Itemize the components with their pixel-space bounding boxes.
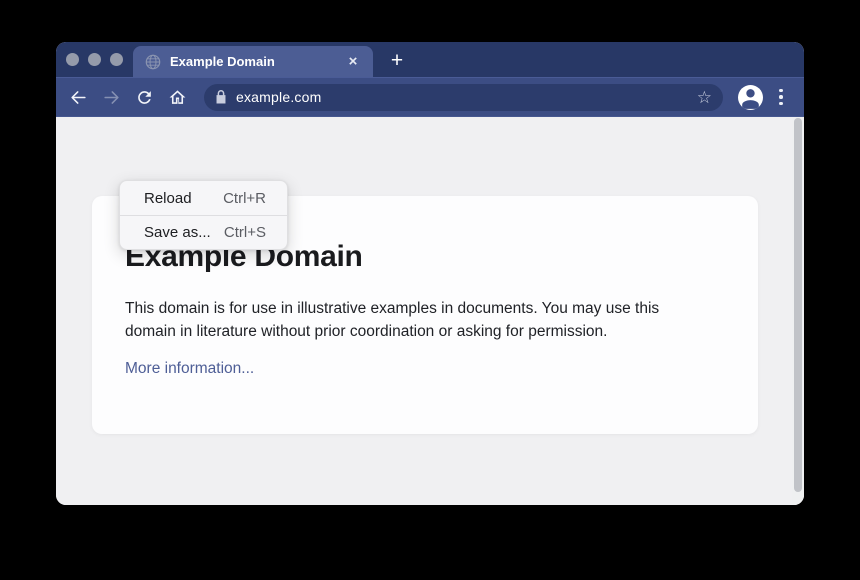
menu-item-shortcut: Ctrl+S xyxy=(224,224,266,241)
address-bar[interactable]: example.com ☆ xyxy=(204,84,723,111)
forward-button[interactable] xyxy=(99,85,123,109)
home-button[interactable] xyxy=(165,85,189,109)
profile-avatar-button[interactable] xyxy=(738,85,763,110)
url-text[interactable]: example.com xyxy=(236,89,321,105)
lock-icon[interactable] xyxy=(215,90,227,104)
avatar-icon xyxy=(738,86,763,110)
screenshot-stage: Example Domain × + xyxy=(0,0,860,580)
scrollbar-track[interactable] xyxy=(792,117,804,505)
scrollbar-thumb[interactable] xyxy=(794,118,802,492)
forward-icon xyxy=(102,88,121,107)
home-icon xyxy=(168,88,187,107)
back-icon xyxy=(69,88,88,107)
back-button[interactable] xyxy=(66,85,90,109)
globe-favicon-icon xyxy=(145,54,161,70)
browser-menu-button[interactable] xyxy=(775,89,787,106)
new-tab-button[interactable]: + xyxy=(386,49,408,73)
context-menu-item-reload[interactable]: Reload Ctrl+R xyxy=(120,181,287,215)
page-content: Example Domain This domain is for use in… xyxy=(56,117,804,505)
bookmark-star-icon[interactable]: ☆ xyxy=(697,89,712,106)
context-menu-item-save-as[interactable]: Save as... Ctrl+S xyxy=(120,215,287,249)
browser-tab[interactable]: Example Domain × xyxy=(133,46,373,77)
close-window-button[interactable] xyxy=(66,53,79,66)
toolbar: example.com ☆ xyxy=(56,77,804,117)
menu-item-label: Reload xyxy=(144,190,192,207)
minimize-window-button[interactable] xyxy=(88,53,101,66)
titlebar: Example Domain × + xyxy=(56,42,804,77)
zoom-window-button[interactable] xyxy=(110,53,123,66)
reload-button[interactable] xyxy=(132,85,156,109)
menu-item-label: Save as... xyxy=(144,224,211,241)
page-paragraph: This domain is for use in illustrative e… xyxy=(125,297,713,343)
kebab-menu-icon xyxy=(779,89,783,93)
browser-window: Example Domain × + xyxy=(56,42,804,505)
tab-close-icon[interactable]: × xyxy=(345,54,361,70)
reload-icon xyxy=(135,88,154,107)
more-information-link[interactable]: More information... xyxy=(125,360,254,378)
menu-item-shortcut: Ctrl+R xyxy=(223,190,266,207)
context-menu: Reload Ctrl+R Save as... Ctrl+S xyxy=(119,180,288,250)
traffic-lights xyxy=(66,42,123,77)
tab-title: Example Domain xyxy=(170,54,345,69)
